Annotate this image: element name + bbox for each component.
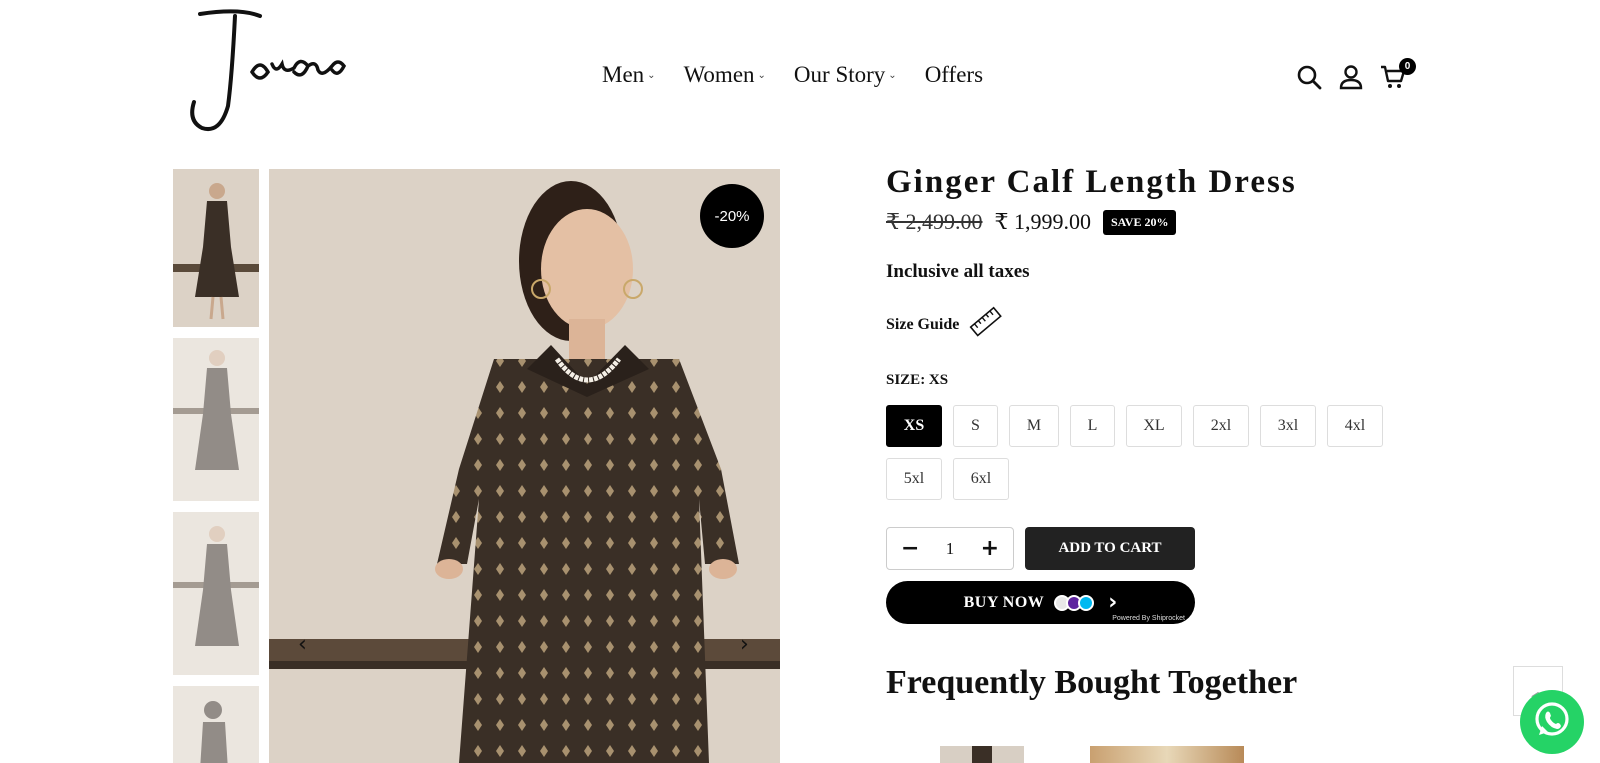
header-icons: 0 xyxy=(1296,58,1416,90)
paytm-icon xyxy=(1078,594,1095,611)
size-option-2xl[interactable]: 2xl xyxy=(1193,405,1249,447)
account-icon[interactable] xyxy=(1338,64,1364,90)
size-option-6xl[interactable]: 6xl xyxy=(953,458,1009,500)
size-option-3xl[interactable]: 3xl xyxy=(1260,405,1316,447)
buy-now-label: BUY NOW xyxy=(963,593,1045,611)
nav-offers[interactable]: Offers xyxy=(925,62,983,88)
chevron-down-icon: ⌄ xyxy=(888,69,897,81)
original-price: ₹ 2,499.00 xyxy=(886,209,983,234)
thumbnail-1[interactable] xyxy=(173,169,259,327)
product-title: Ginger Calf Length Dress xyxy=(886,164,1297,200)
thumbnail-4[interactable] xyxy=(173,686,259,763)
powered-by-text: Powered By Shiprocket xyxy=(1112,615,1185,622)
nav-our-story-label: Our Story xyxy=(793,62,886,87)
nav-men[interactable]: Men ⌄ xyxy=(602,62,656,88)
payment-icons xyxy=(1054,594,1095,611)
ruler-icon xyxy=(969,305,1003,344)
nav-our-story[interactable]: Our Story ⌄ xyxy=(794,62,897,88)
whatsapp-chat-button[interactable] xyxy=(1520,690,1584,754)
nav-men-label: Men xyxy=(602,62,645,87)
site-logo[interactable] xyxy=(180,6,360,136)
size-guide-label: Size Guide xyxy=(886,315,960,333)
minus-icon[interactable]: − xyxy=(901,536,919,561)
size-guide-link[interactable]: Size Guide xyxy=(886,305,1406,344)
search-icon[interactable] xyxy=(1296,64,1322,90)
plus-icon[interactable]: + xyxy=(981,536,999,561)
price-row: ₹ 2,499.00 ₹ 1,999.00 SAVE 20% xyxy=(886,209,1406,235)
prev-image-arrow[interactable]: ‹ xyxy=(298,632,307,657)
size-label: SIZE: XS xyxy=(886,372,949,388)
add-to-cart-button[interactable]: ADD TO CART xyxy=(1025,527,1195,570)
thumbnail-3[interactable] xyxy=(173,512,259,675)
sale-price: ₹ 1,999.00 xyxy=(994,209,1092,234)
size-option-4xl[interactable]: 4xl xyxy=(1327,405,1383,447)
discount-badge: -20% xyxy=(700,184,764,248)
thumbnail-list xyxy=(173,169,259,763)
chevron-right-icon: › xyxy=(1108,590,1118,615)
thumbnail-2[interactable] xyxy=(173,338,259,501)
frequently-bought-heading: Frequently Bought Together xyxy=(886,664,1298,701)
chevron-down-icon: ⌄ xyxy=(757,69,766,81)
cart-icon[interactable]: 0 xyxy=(1380,58,1416,90)
next-image-arrow[interactable]: › xyxy=(740,632,749,657)
size-option-s[interactable]: S xyxy=(953,405,998,447)
nav-women-label: Women xyxy=(683,62,755,87)
quantity-value[interactable]: 1 xyxy=(946,539,955,559)
purchase-row: − 1 + ADD TO CART xyxy=(886,527,1406,570)
size-options: XS S M L XL 2xl 3xl 4xl 5xl 6xl xyxy=(886,405,1396,500)
quantity-stepper: − 1 + xyxy=(886,527,1014,570)
chevron-down-icon: ⌄ xyxy=(647,69,656,81)
buy-now-button[interactable]: BUY NOW › Powered By Shiprocket xyxy=(886,581,1195,624)
size-option-xs[interactable]: XS xyxy=(886,405,942,447)
fbt-image-1[interactable] xyxy=(940,746,1024,763)
cart-count-badge: 0 xyxy=(1399,58,1416,75)
size-option-m[interactable]: M xyxy=(1009,405,1059,447)
nav-women[interactable]: Women ⌄ xyxy=(684,62,766,88)
size-option-l[interactable]: L xyxy=(1070,405,1115,447)
size-option-xl[interactable]: XL xyxy=(1126,405,1182,447)
product-info: Ginger Calf Length Dress ₹ 2,499.00 ₹ 1,… xyxy=(886,164,1406,702)
taxes-note: Inclusive all taxes xyxy=(886,261,1030,282)
nav-offers-label: Offers xyxy=(924,62,984,87)
main-nav: Men ⌄ Women ⌄ Our Story ⌄ Offers xyxy=(602,62,983,88)
main-product-image[interactable] xyxy=(269,169,780,763)
fbt-image-2[interactable] xyxy=(1090,746,1244,763)
whatsapp-icon xyxy=(1531,699,1573,746)
size-option-5xl[interactable]: 5xl xyxy=(886,458,942,500)
save-badge: SAVE 20% xyxy=(1103,209,1177,235)
